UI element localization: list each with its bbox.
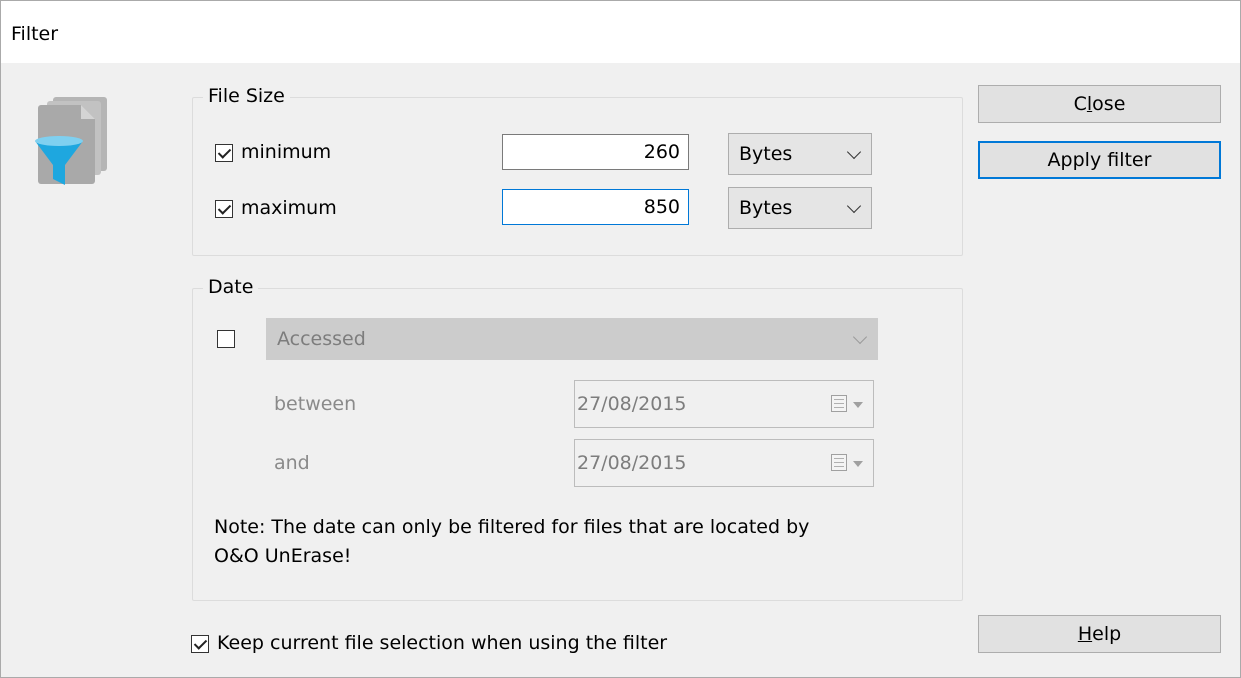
file-filter-icon xyxy=(35,97,107,185)
apply-filter-button[interactable]: Apply filter xyxy=(978,141,1221,179)
to-date-picker[interactable]: 27/08/2015 xyxy=(574,439,874,487)
calendar-icon xyxy=(831,395,847,412)
date-title: Date xyxy=(203,276,259,298)
minimum-checkbox[interactable] xyxy=(215,144,233,162)
close-button-label-start: C xyxy=(1073,93,1087,115)
help-button-label-end: elp xyxy=(1092,623,1122,645)
dropdown-arrow-icon xyxy=(853,402,863,408)
title-bar[interactable]: Filter xyxy=(1,1,1240,63)
dropdown-arrow-icon xyxy=(853,461,863,467)
date-note-line1: Note: The date can only be filtered for … xyxy=(214,516,810,538)
maximum-unit-select[interactable]: Bytes xyxy=(728,187,872,229)
date-type-select[interactable]: Accessed xyxy=(266,318,878,360)
chevron-down-icon xyxy=(846,144,862,160)
minimum-unit-value: Bytes xyxy=(739,143,793,165)
maximum-size-input[interactable]: 850 xyxy=(502,189,689,225)
help-button-accelerator: H xyxy=(1077,623,1093,645)
maximum-label: maximum xyxy=(241,197,337,219)
close-button-label-end: ose xyxy=(1092,93,1126,115)
date-note-line2: O&O UnErase! xyxy=(214,545,352,567)
to-date-value: 27/08/2015 xyxy=(577,452,687,474)
file-size-title: File Size xyxy=(203,85,290,107)
maximum-checkbox[interactable] xyxy=(215,200,233,218)
date-note: Note: The date can only be filtered for … xyxy=(214,513,809,571)
file-size-group xyxy=(192,97,963,256)
minimum-label: minimum xyxy=(241,141,332,163)
close-button[interactable]: Close xyxy=(978,85,1221,123)
from-date-picker[interactable]: 27/08/2015 xyxy=(574,380,874,428)
window-title: Filter xyxy=(11,23,59,45)
between-label: between xyxy=(274,393,357,415)
from-date-value: 27/08/2015 xyxy=(577,393,687,415)
date-enable-checkbox[interactable] xyxy=(217,330,235,348)
chevron-down-icon xyxy=(846,198,862,214)
date-type-value: Accessed xyxy=(277,328,366,350)
minimum-unit-select[interactable]: Bytes xyxy=(728,133,872,175)
maximum-unit-value: Bytes xyxy=(739,197,793,219)
minimum-size-input[interactable]: 260 xyxy=(502,134,689,170)
keep-selection-label: Keep current file selection when using t… xyxy=(217,632,668,654)
chevron-down-icon xyxy=(852,329,868,345)
calendar-icon xyxy=(831,454,847,471)
filter-dialog: Filter File Size minimum 260 Bytes maxim… xyxy=(0,0,1241,678)
help-button[interactable]: Help xyxy=(978,615,1221,653)
keep-selection-checkbox[interactable] xyxy=(191,635,209,653)
and-label: and xyxy=(274,452,310,474)
